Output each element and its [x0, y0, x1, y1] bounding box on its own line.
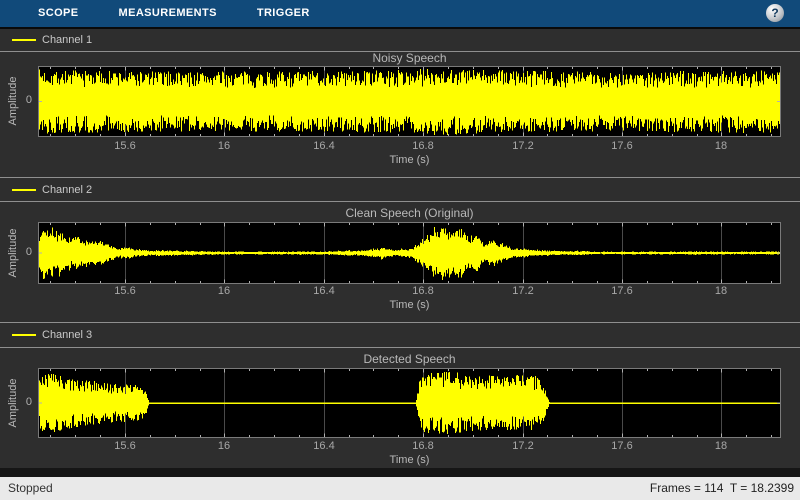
legend-label: Channel 2: [42, 184, 92, 196]
clean-speech-plot[interactable]: [38, 222, 781, 284]
x-tick-label: 16.8: [398, 440, 448, 452]
y-tick-label: 0: [12, 396, 32, 408]
legend-line-sample: [12, 334, 36, 336]
x-tick-label: 15.6: [100, 440, 150, 452]
x-tick-label: 18: [696, 285, 746, 297]
legend-item-channel-1[interactable]: Channel 1: [0, 30, 92, 50]
x-axis-label: Time (s): [38, 454, 781, 466]
time-scope-window: SCOPE MEASUREMENTS TRIGGER ? Channel 1 N…: [0, 0, 800, 500]
x-tick-label: 15.6: [100, 285, 150, 297]
plot-title: Noisy Speech: [38, 51, 781, 65]
toolbar-divider: [0, 27, 800, 29]
tab-scope[interactable]: SCOPE: [18, 0, 99, 27]
x-tick-label: 16.8: [398, 140, 448, 152]
x-tick-label: 16.4: [299, 440, 349, 452]
legend-line-sample: [12, 39, 36, 41]
detected-speech-plot[interactable]: [38, 368, 781, 438]
y-tick-label: 0: [12, 246, 32, 258]
x-tick-label: 16: [199, 285, 249, 297]
x-tick-label: 16: [199, 440, 249, 452]
separator-line: [0, 322, 800, 323]
tab-trigger[interactable]: TRIGGER: [237, 0, 330, 27]
x-tick-label: 16.4: [299, 140, 349, 152]
legend-item-channel-3[interactable]: Channel 3: [0, 325, 92, 345]
x-axis-label: Time (s): [38, 299, 781, 311]
y-tick-label: 0: [12, 94, 32, 106]
frames-counter: Frames = 114 T = 18.2399: [650, 477, 794, 500]
status-bar: Stopped Frames = 114 T = 18.2399: [0, 477, 800, 500]
status-divider: [0, 468, 800, 477]
noisy-speech-plot[interactable]: [38, 66, 781, 137]
x-tick-labels: 15.6 16 16.4 16.8 17.2 17.6 18: [38, 140, 781, 154]
x-tick-label: 17.2: [498, 440, 548, 452]
x-tick-label: 15.6: [100, 140, 150, 152]
legend-label: Channel 1: [42, 34, 92, 46]
plot-title: Clean Speech (Original): [38, 206, 781, 220]
separator-line: [0, 177, 800, 178]
x-tick-label: 16.8: [398, 285, 448, 297]
tab-measurements[interactable]: MEASUREMENTS: [99, 0, 237, 27]
x-tick-label: 16.4: [299, 285, 349, 297]
x-tick-label: 17.2: [498, 285, 548, 297]
legend-item-channel-2[interactable]: Channel 2: [0, 180, 92, 200]
x-tick-label: 18: [696, 440, 746, 452]
x-tick-labels: 15.6 16 16.4 16.8 17.2 17.6 18: [38, 440, 781, 454]
x-tick-label: 17.6: [597, 285, 647, 297]
separator-line: [0, 201, 800, 202]
plot-title: Detected Speech: [38, 352, 781, 366]
x-tick-labels: 15.6 16 16.4 16.8 17.2 17.6 18: [38, 285, 781, 299]
x-axis-label: Time (s): [38, 154, 781, 166]
separator-line: [0, 347, 800, 348]
legend-line-sample: [12, 189, 36, 191]
x-tick-label: 16: [199, 140, 249, 152]
help-icon[interactable]: ?: [766, 4, 784, 22]
legend-label: Channel 3: [42, 329, 92, 341]
x-tick-label: 18: [696, 140, 746, 152]
x-tick-label: 17.6: [597, 140, 647, 152]
x-tick-label: 17.2: [498, 140, 548, 152]
status-text: Stopped: [8, 477, 53, 500]
x-tick-label: 17.6: [597, 440, 647, 452]
toolstrip: SCOPE MEASUREMENTS TRIGGER ?: [0, 0, 800, 27]
